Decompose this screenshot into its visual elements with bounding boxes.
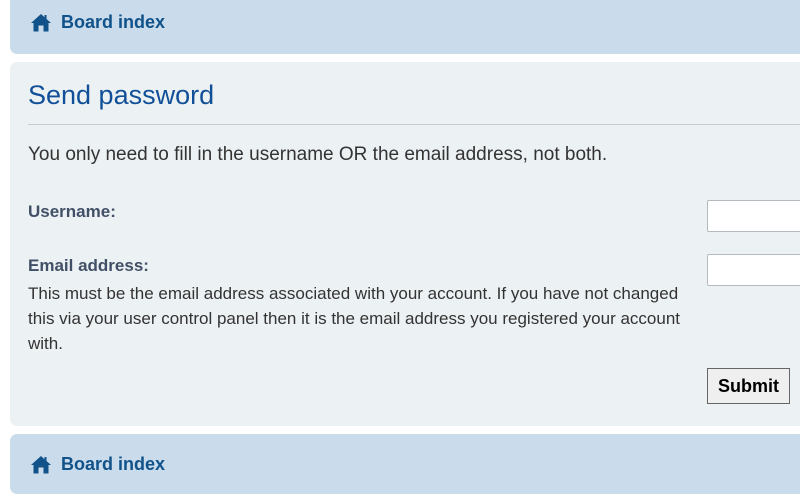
home-icon <box>30 13 52 32</box>
board-index-label: Board index <box>61 454 166 474</box>
home-icon <box>30 455 52 474</box>
username-input[interactable] <box>707 200 800 232</box>
email-label: Email address: <box>28 256 149 275</box>
board-index-link[interactable]: Board index <box>30 454 165 475</box>
board-index-link[interactable]: Board index <box>30 12 165 33</box>
title-divider <box>28 124 800 125</box>
username-label: Username: <box>28 202 116 221</box>
submit-button[interactable]: Submit <box>707 368 790 404</box>
email-input[interactable] <box>707 254 800 286</box>
email-explain-text: This must be the email address associate… <box>28 284 681 353</box>
bottom-navbar: Board index <box>10 434 800 494</box>
top-navbar: Board index <box>10 0 800 54</box>
page-title: Send password <box>28 80 215 110</box>
intro-text: You only need to fill in the username OR… <box>28 144 608 165</box>
send-password-panel: Send password You only need to fill in t… <box>10 62 800 426</box>
board-index-label: Board index <box>61 12 166 32</box>
